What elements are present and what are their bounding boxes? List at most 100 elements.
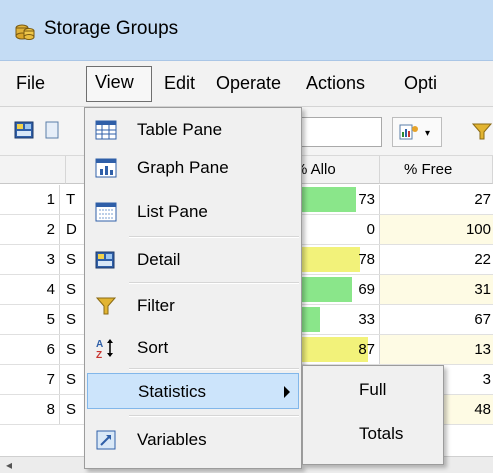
row-name: S: [66, 311, 77, 328]
menu-item-filter[interactable]: Filter: [87, 288, 299, 324]
window-title: Storage Groups: [44, 18, 179, 39]
row-number: 7: [20, 365, 60, 394]
allocated-value: 78: [358, 251, 375, 268]
menu-item-sort[interactable]: A Z Sort: [87, 330, 299, 366]
menu-bar: File Operate Actions Opti Edit: [0, 61, 493, 107]
menu-view-label: View: [95, 72, 134, 92]
menu-item-label: Totals: [359, 424, 404, 443]
menu-separator: [129, 282, 299, 284]
menu-options[interactable]: Opti: [404, 73, 437, 94]
list-pane-icon: [95, 202, 117, 222]
menu-item-totals[interactable]: Totals: [305, 416, 441, 452]
scroll-left-icon[interactable]: ◂: [6, 458, 12, 472]
allocated-cell: 0: [290, 215, 380, 244]
row-number: 6: [20, 335, 60, 364]
allocated-value: 33: [358, 311, 375, 328]
chart-dropdown-button[interactable]: ▾: [392, 117, 442, 147]
free-value: 48: [474, 401, 491, 418]
allocated-value: 87: [358, 341, 375, 358]
menu-item-full[interactable]: Full: [305, 372, 441, 408]
row-name: S: [66, 341, 77, 358]
menu-view[interactable]: View: [86, 66, 152, 102]
menu-edit[interactable]: Edit: [164, 73, 195, 94]
free-value: 31: [474, 281, 491, 298]
allocated-value: 69: [358, 281, 375, 298]
detail-icon[interactable]: [14, 119, 36, 141]
menu-actions[interactable]: Actions: [306, 73, 365, 94]
detail-icon: [95, 251, 115, 269]
storage-groups-icon: [15, 24, 35, 40]
menu-item-label: List Pane: [137, 202, 208, 221]
menu-item-variables[interactable]: Variables: [87, 422, 299, 458]
chevron-down-icon: ▾: [425, 128, 431, 139]
filter-icon[interactable]: [472, 121, 492, 141]
free-cell: 100: [380, 215, 493, 244]
allocated-cell: 78: [290, 245, 380, 274]
free-value: 67: [474, 311, 491, 328]
svg-text:A: A: [96, 339, 103, 350]
allocated-header[interactable]: % Allo: [290, 156, 380, 184]
allocated-cell: 69: [290, 275, 380, 304]
menu-item-statistics[interactable]: Statistics: [87, 373, 299, 409]
free-value: 13: [474, 341, 491, 358]
free-header[interactable]: % Free: [380, 156, 493, 184]
row-number: 5: [20, 305, 60, 334]
row-number: 4: [20, 275, 60, 304]
statistics-submenu: Full Totals: [302, 365, 444, 465]
menu-file[interactable]: File: [16, 73, 45, 94]
menu-item-label: Detail: [137, 250, 181, 269]
menu-item-label: Statistics: [138, 382, 207, 401]
row-name: S: [66, 281, 77, 298]
free-header-label: % Free: [404, 161, 453, 178]
free-cell: 22: [380, 245, 493, 274]
menu-item-label: Full: [359, 380, 387, 399]
row-number: 8: [20, 395, 60, 424]
menu-item-label: Graph Pane: [137, 158, 229, 177]
free-value: 22: [474, 251, 491, 268]
allocated-cell: 73: [290, 185, 380, 214]
menu-separator: [129, 415, 299, 417]
menu-item-table-pane[interactable]: Table Pane: [87, 112, 299, 148]
free-cell: 27: [380, 185, 493, 214]
sort-icon: A Z: [96, 339, 113, 359]
row-number: 2: [20, 215, 60, 244]
row-name: S: [66, 371, 77, 388]
title-bar: Storage Groups: [0, 0, 493, 61]
menu-item-list-pane[interactable]: List Pane: [87, 194, 299, 230]
chart-settings-icon: [399, 124, 418, 140]
row-name: T: [66, 191, 76, 208]
free-cell: 13: [380, 335, 493, 364]
menu-operate[interactable]: Operate: [216, 73, 281, 94]
free-value: 27: [474, 191, 491, 208]
document-icon[interactable]: [44, 121, 60, 139]
menu-item-detail[interactable]: Detail: [87, 242, 299, 278]
menu-item-label: Sort: [137, 338, 169, 357]
row-name: S: [66, 401, 77, 418]
graph-pane-icon: [95, 158, 117, 178]
row-number-header: [0, 156, 66, 184]
free-value: 3: [482, 371, 491, 388]
menu-item-label: Variables: [137, 430, 207, 449]
submenu-arrow-icon: [284, 386, 290, 398]
menu-item-label: Filter: [137, 296, 175, 315]
free-cell: 31: [380, 275, 493, 304]
menu-separator: [129, 236, 299, 238]
menu-item-label: Table Pane: [137, 120, 223, 139]
menu-item-graph-pane[interactable]: Graph Pane: [87, 150, 299, 186]
view-menu: Table Pane Graph Pane List Pane Detail F…: [84, 107, 302, 469]
allocated-cell: 33: [290, 305, 380, 334]
free-cell: 67: [380, 305, 493, 334]
variables-icon: [96, 430, 116, 450]
filter-icon: [95, 297, 117, 315]
allocated-value: 73: [358, 191, 375, 208]
svg-text:Z: Z: [96, 350, 102, 359]
row-name: D: [66, 221, 77, 238]
table-pane-icon: [95, 120, 117, 140]
free-value: 100: [465, 221, 491, 238]
row-number: 1: [20, 185, 60, 214]
toolbar-input[interactable]: [292, 117, 382, 147]
allocated-value: 0: [366, 221, 375, 238]
allocated-cell: 87: [290, 335, 380, 364]
row-name: S: [66, 251, 77, 268]
row-number: 3: [20, 245, 60, 274]
